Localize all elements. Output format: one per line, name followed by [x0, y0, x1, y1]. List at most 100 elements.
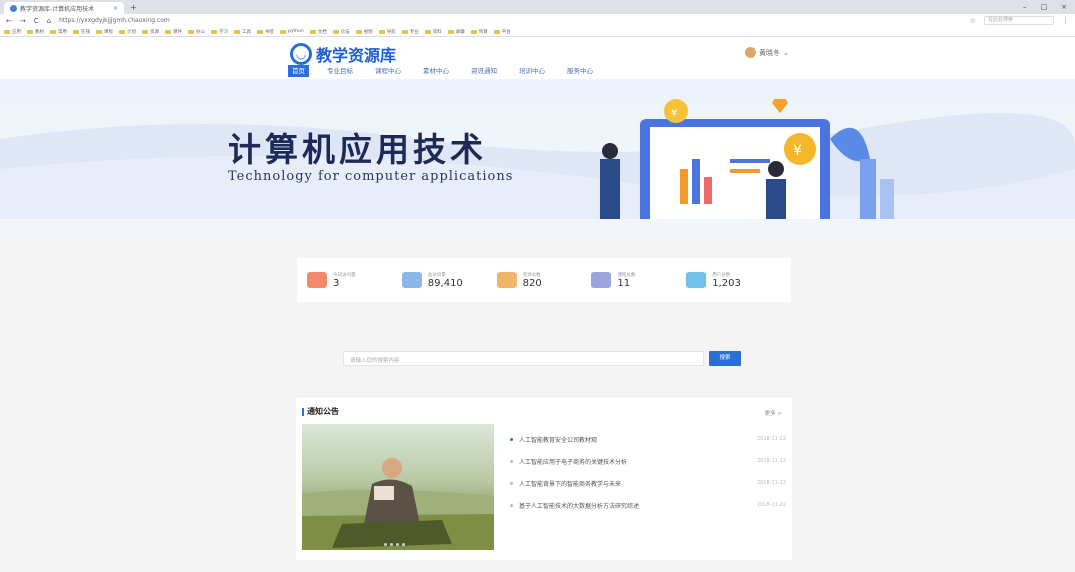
- bookmark-item[interactable]: python: [280, 29, 304, 34]
- stat-item: 资源总数 820: [496, 272, 592, 289]
- main-nav: 首页 专业目标 课程中心 素材中心 资讯通知 培训中心 服务中心: [288, 65, 597, 77]
- folder-icon: [424, 29, 431, 34]
- bookmark-item[interactable]: 平台: [493, 29, 511, 35]
- back-icon[interactable]: ←: [6, 17, 12, 25]
- tab-title: 教学资源库-计算机应用技术: [20, 5, 95, 13]
- stat-label: 今日访问量: [333, 272, 356, 278]
- nav-item[interactable]: 培训中心: [515, 65, 549, 77]
- stat-value: 3: [333, 277, 340, 289]
- bookmark-label: 课件: [173, 29, 182, 35]
- bookmark-label: 收藏: [455, 29, 465, 35]
- folder-icon: [211, 29, 217, 34]
- folder-icon: [493, 29, 500, 34]
- folder-icon: [257, 29, 263, 34]
- tab-close-icon[interactable]: ×: [113, 5, 118, 12]
- bookmark-item[interactable]: 常用: [50, 29, 67, 35]
- user-menu[interactable]: 黄晓冬 ⌄: [745, 47, 789, 58]
- search-button[interactable]: 搜索: [709, 351, 741, 366]
- url-field[interactable]: https://yxxgdyjkjjjgmh.chaoxing.com: [59, 17, 170, 24]
- bookmark-item[interactable]: 工具: [234, 29, 251, 35]
- bookmark-label: python: [288, 29, 304, 34]
- bullet-icon: [510, 503, 513, 507]
- site-logo[interactable]: ◡ 教学资源库: [290, 42, 396, 66]
- bullet-icon: [510, 437, 513, 441]
- home-icon[interactable]: ⌂: [47, 17, 51, 25]
- folder-icon: [447, 29, 454, 34]
- logo-text: 教学资源库: [316, 46, 397, 65]
- nav-item[interactable]: 专业目标: [323, 65, 357, 77]
- nav-item[interactable]: 课程中心: [371, 65, 405, 77]
- stat-item: 课程总数 11: [591, 272, 686, 289]
- bullet-icon: [510, 481, 513, 485]
- new-tab-icon[interactable]: +: [130, 3, 137, 12]
- search-input[interactable]: 请输入您的搜索内容: [343, 351, 704, 366]
- bookmark-item[interactable]: 办公: [188, 29, 205, 35]
- more-link[interactable]: 更多 >: [765, 409, 782, 417]
- user-name: 黄晓冬: [759, 48, 780, 57]
- reload-icon[interactable]: C: [34, 17, 39, 25]
- avatar: [745, 47, 756, 58]
- notice-date: 2018-11-22: [756, 480, 786, 486]
- browser-tab[interactable]: 教学资源库-计算机应用技术 ×: [4, 2, 124, 14]
- bullet-icon: [510, 459, 513, 463]
- notice-image[interactable]: [302, 424, 494, 550]
- browser-search-input[interactable]: 在此处搜索: [984, 16, 1054, 25]
- stat-value: 1,203: [712, 277, 741, 289]
- site-favicon-icon: [10, 4, 17, 12]
- folder-icon: [401, 29, 408, 34]
- folder-icon: [470, 29, 477, 34]
- nav-item[interactable]: 资讯通知: [467, 65, 501, 77]
- forward-icon[interactable]: →: [20, 17, 26, 25]
- bookmark-item[interactable]: 文档: [309, 29, 327, 35]
- bookmark-item[interactable]: 在线: [73, 29, 90, 35]
- bookmark-item[interactable]: 资料: [424, 29, 442, 35]
- bookmark-label: 项目: [478, 29, 488, 35]
- bookmark-item[interactable]: 专业: [401, 29, 419, 35]
- minimize-icon[interactable]: –: [1023, 3, 1027, 11]
- browser-tab-strip: 教学资源库-计算机应用技术 × + – □ ×: [0, 0, 1075, 14]
- bookmark-label: 导航: [386, 29, 396, 35]
- extensions-icon[interactable]: ⋮: [1062, 17, 1069, 25]
- notice-text: 人工智能背景下的智能商务教学与未来: [519, 480, 622, 488]
- folder-icon: [119, 29, 125, 34]
- site-header: ◡ 教学资源库 黄晓冬 ⌄ 首页 专业目标 课程中心 素材中心 资讯通知 培训中心 服务中心: [0, 37, 1075, 79]
- folder-icon: [96, 29, 102, 34]
- bookmark-item[interactable]: 导航: [378, 29, 396, 35]
- svg-text:¥: ¥: [793, 143, 802, 159]
- stat-value: 11: [617, 277, 631, 289]
- bookmark-item[interactable]: 书签: [257, 29, 274, 35]
- bookmark-label: 专业: [409, 29, 419, 35]
- hero-banner: ¥ ¥ 计算机应用技术 Technology for computer appl…: [0, 79, 1075, 239]
- address-bar: ← → C ⌂ https://yxxgdyjkjjjgmh.chaoxing.…: [0, 14, 1075, 27]
- notice-item[interactable]: 基于人工智能技术的大数据分析方法研究综述 2018-11-22: [510, 494, 786, 516]
- notice-item[interactable]: 人工智能教育安全公司教材观 2018-11-22: [510, 428, 786, 450]
- close-window-icon[interactable]: ×: [1061, 3, 1067, 11]
- nav-item[interactable]: 素材中心: [419, 65, 453, 77]
- stat-value: 820: [522, 277, 542, 289]
- folder-icon: [188, 29, 194, 34]
- stat-icon: [401, 272, 422, 288]
- bookmark-item[interactable]: 项目: [470, 29, 488, 35]
- folder-icon: [355, 29, 362, 34]
- bookmark-label: 教材: [35, 29, 44, 35]
- hero-illustration: ¥ ¥: [0, 99, 1075, 219]
- bookmark-item[interactable]: 课件: [165, 29, 182, 35]
- bookmark-item[interactable]: 教材: [27, 29, 44, 35]
- bookmark-label: 学习: [219, 29, 228, 35]
- notice-item[interactable]: 人工智能应用于电子商务的关键技术分析 2018-11-22: [510, 450, 786, 472]
- bookmark-item[interactable]: 论坛: [332, 29, 350, 35]
- bookmark-item[interactable]: 课程: [96, 29, 113, 35]
- bookmark-item[interactable]: 应用: [4, 29, 21, 35]
- maximize-icon[interactable]: □: [1041, 3, 1048, 11]
- bookmark-item[interactable]: 收藏: [447, 29, 465, 35]
- nav-item[interactable]: 服务中心: [563, 65, 597, 77]
- bookmark-item[interactable]: 视频: [355, 29, 373, 35]
- bookmark-item[interactable]: 资源: [142, 29, 159, 35]
- nav-item[interactable]: 首页: [288, 65, 309, 77]
- notice-item[interactable]: 人工智能背景下的智能商务教学与未来 2018-11-22: [510, 472, 786, 494]
- bookmark-item[interactable]: 计划: [119, 29, 136, 35]
- notice-text: 基于人工智能技术的大数据分析方法研究综述: [519, 502, 640, 510]
- bookmark-label: 书签: [265, 29, 274, 35]
- bookmark-item[interactable]: 学习: [211, 29, 228, 35]
- star-icon[interactable]: ☆: [970, 17, 976, 25]
